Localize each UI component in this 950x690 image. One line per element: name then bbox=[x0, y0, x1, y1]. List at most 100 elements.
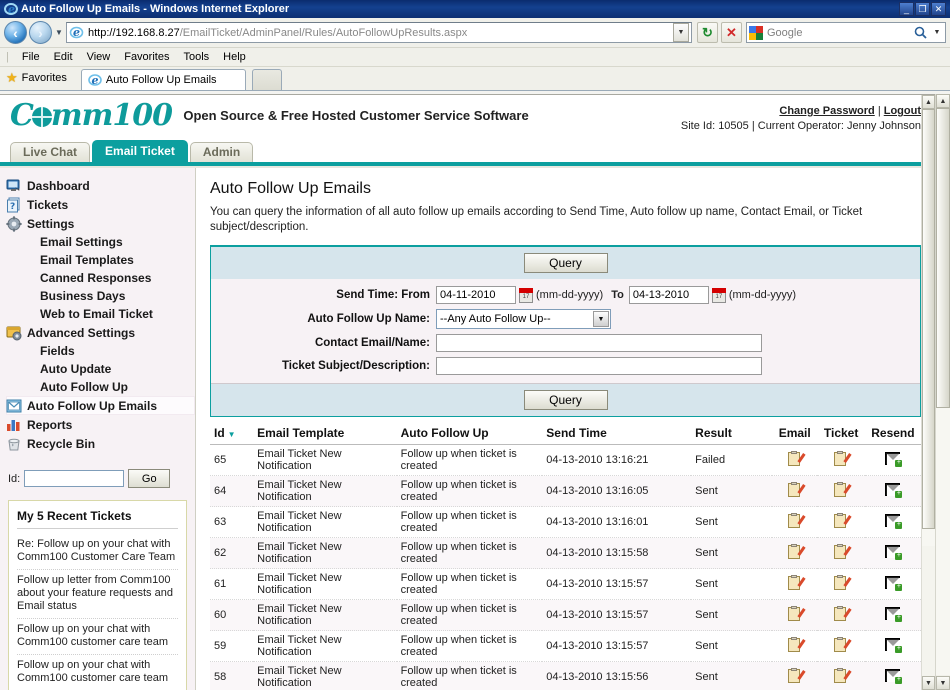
cell-resend[interactable]: + bbox=[864, 599, 921, 631]
scrollbar-thumb[interactable] bbox=[936, 108, 950, 408]
edit-ticket-icon[interactable] bbox=[834, 667, 852, 683]
query-button-bottom[interactable]: Query bbox=[523, 390, 608, 410]
cell-ticket[interactable] bbox=[817, 661, 865, 690]
search-icon[interactable] bbox=[909, 22, 931, 43]
refresh-button[interactable]: ↻ bbox=[697, 22, 718, 43]
column-header-id[interactable]: Id ▼ bbox=[210, 423, 254, 445]
auto-follow-up-name-select[interactable]: --Any Auto Follow Up-- ▼ bbox=[436, 309, 611, 329]
back-arrow-icon[interactable]: ‹ bbox=[4, 21, 27, 44]
edit-ticket-icon[interactable] bbox=[834, 512, 852, 528]
edit-email-icon[interactable] bbox=[787, 605, 806, 621]
sidebar-item-advanced-settings[interactable]: Advanced Settings bbox=[6, 323, 195, 342]
edit-email-icon[interactable] bbox=[787, 574, 806, 590]
tab-admin[interactable]: Admin bbox=[189, 142, 254, 162]
scrollbar-track[interactable] bbox=[922, 109, 935, 546]
go-button[interactable]: Go bbox=[128, 469, 171, 488]
scroll-up-button[interactable]: ▲ bbox=[922, 95, 935, 109]
browser-tab-active[interactable]: e Auto Follow Up Emails bbox=[80, 69, 246, 90]
list-item[interactable]: Follow up on your chat with Comm100 cust… bbox=[17, 619, 178, 655]
edit-email-icon[interactable] bbox=[787, 667, 806, 683]
edit-email-icon[interactable] bbox=[787, 543, 806, 559]
cell-email[interactable] bbox=[772, 661, 818, 690]
cell-ticket[interactable] bbox=[817, 599, 865, 631]
menu-item-tools[interactable]: Tools bbox=[176, 50, 216, 64]
resend-email-icon[interactable]: + bbox=[885, 483, 903, 498]
ticket-subject-description-input[interactable] bbox=[436, 357, 762, 375]
cell-resend[interactable]: + bbox=[864, 444, 921, 476]
cell-ticket[interactable] bbox=[817, 568, 865, 600]
sidebar-item-email-templates[interactable]: Email Templates bbox=[6, 251, 195, 269]
cell-email[interactable] bbox=[772, 568, 818, 600]
cell-email[interactable] bbox=[772, 506, 818, 538]
favorites-button[interactable]: ★ Favorites bbox=[6, 68, 75, 90]
sidebar-item-web-to-email-ticket[interactable]: Web to Email Ticket bbox=[6, 305, 195, 323]
resend-email-icon[interactable]: + bbox=[885, 514, 903, 529]
page-scrollbar[interactable]: ▲ ▼ bbox=[921, 95, 935, 690]
address-bar[interactable]: e http://192.168.8.27/EmailTicket/AdminP… bbox=[66, 22, 692, 43]
stop-button[interactable]: ✕ bbox=[721, 22, 742, 43]
sidebar-item-dashboard[interactable]: Dashboard bbox=[6, 176, 195, 195]
resend-email-icon[interactable]: + bbox=[885, 576, 903, 591]
sidebar-item-settings[interactable]: Settings bbox=[6, 214, 195, 233]
cell-resend[interactable]: + bbox=[864, 568, 921, 600]
list-item[interactable]: Re: Follow up on your chat with Comm100 … bbox=[17, 534, 178, 570]
cell-email[interactable] bbox=[772, 444, 818, 476]
list-item[interactable]: Follow up letter from Comm100 about your… bbox=[17, 570, 178, 619]
edit-email-icon[interactable] bbox=[787, 450, 806, 466]
sidebar-item-tickets[interactable]: ? Tickets bbox=[6, 195, 195, 214]
edit-ticket-icon[interactable] bbox=[834, 636, 852, 652]
comm100-logo[interactable]: Cmm100 bbox=[10, 101, 173, 131]
calendar-icon[interactable]: 17 bbox=[711, 287, 726, 303]
menu-item-help[interactable]: Help bbox=[216, 50, 253, 64]
column-header-send-time[interactable]: Send Time bbox=[542, 423, 692, 445]
cell-ticket[interactable] bbox=[817, 475, 865, 507]
list-item[interactable]: Follow up on your chat with Comm100 cust… bbox=[17, 655, 178, 690]
menu-item-edit[interactable]: Edit bbox=[47, 50, 80, 64]
column-header-auto-follow-up[interactable]: Auto Follow Up bbox=[396, 423, 543, 445]
sidebar-item-email-settings[interactable]: Email Settings bbox=[6, 233, 195, 251]
query-button-top[interactable]: Query bbox=[523, 253, 608, 273]
cell-ticket[interactable] bbox=[817, 506, 865, 538]
resend-email-icon[interactable]: + bbox=[885, 545, 903, 560]
search-box[interactable]: Google ▼ bbox=[746, 22, 946, 43]
edit-ticket-icon[interactable] bbox=[834, 574, 852, 590]
scrollbar-thumb[interactable] bbox=[922, 109, 935, 529]
cell-email[interactable] bbox=[772, 475, 818, 507]
scroll-down-button[interactable]: ▼ bbox=[922, 676, 935, 690]
column-header-email-template[interactable]: Email Template bbox=[253, 423, 397, 445]
scroll-down-button[interactable]: ▼ bbox=[936, 676, 950, 690]
change-password-link[interactable]: Change Password bbox=[779, 105, 874, 117]
sidebar-item-business-days[interactable]: Business Days bbox=[6, 287, 195, 305]
cell-resend[interactable]: + bbox=[864, 506, 921, 538]
cell-resend[interactable]: + bbox=[864, 475, 921, 507]
to-date-input[interactable] bbox=[628, 286, 709, 304]
sidebar-item-auto-follow-up-emails[interactable]: Auto Follow Up Emails bbox=[6, 396, 195, 415]
contact-email-name-input[interactable] bbox=[436, 334, 762, 352]
search-dropdown-icon[interactable]: ▼ bbox=[931, 22, 943, 43]
cell-email[interactable] bbox=[772, 599, 818, 631]
edit-email-icon[interactable] bbox=[787, 512, 806, 528]
browser-scrollbar[interactable]: ▲ ▼ bbox=[935, 94, 950, 690]
history-dropdown-icon[interactable]: ▼ bbox=[52, 28, 66, 37]
maximize-button[interactable]: ❐ bbox=[915, 2, 930, 16]
sidebar-item-recycle-bin[interactable]: Recycle Bin bbox=[6, 434, 195, 453]
cell-resend[interactable]: + bbox=[864, 630, 921, 662]
sidebar-item-auto-follow-up[interactable]: Auto Follow Up bbox=[6, 378, 195, 396]
resend-email-icon[interactable]: + bbox=[885, 607, 903, 622]
edit-ticket-icon[interactable] bbox=[834, 543, 852, 559]
resend-email-icon[interactable]: + bbox=[885, 452, 903, 467]
cell-ticket[interactable] bbox=[817, 444, 865, 476]
menu-item-favorites[interactable]: Favorites bbox=[117, 50, 176, 64]
close-button[interactable]: ✕ bbox=[931, 2, 946, 16]
sidebar-item-reports[interactable]: Reports bbox=[6, 415, 195, 434]
tab-email-ticket[interactable]: Email Ticket bbox=[92, 140, 188, 162]
from-date-input[interactable] bbox=[436, 286, 516, 304]
edit-email-icon[interactable] bbox=[787, 636, 806, 652]
edit-ticket-icon[interactable] bbox=[834, 481, 852, 497]
column-header-result[interactable]: Result bbox=[691, 423, 773, 445]
sidebar-item-canned-responses[interactable]: Canned Responses bbox=[6, 269, 195, 287]
resend-email-icon[interactable]: + bbox=[885, 638, 903, 653]
search-input[interactable]: Google bbox=[767, 27, 802, 39]
cell-ticket[interactable] bbox=[817, 537, 865, 569]
id-input[interactable] bbox=[24, 470, 125, 487]
